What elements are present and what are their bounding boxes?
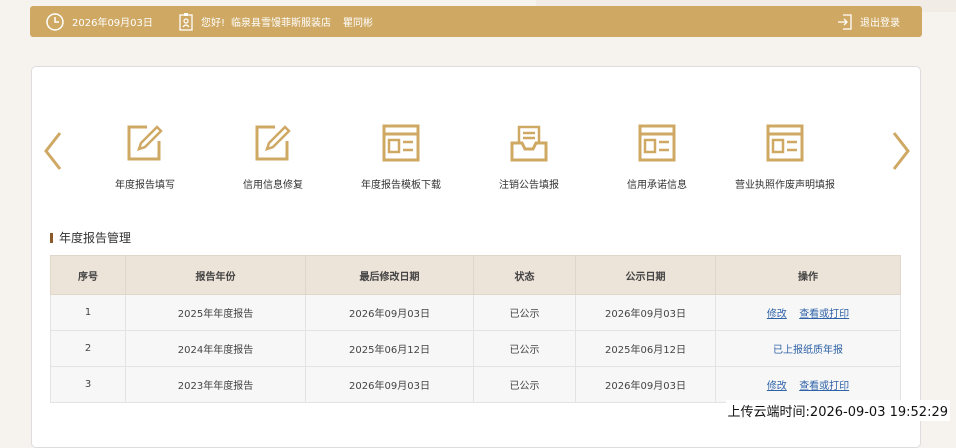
greeting-text: 您好! <box>201 18 226 29</box>
logout-icon <box>838 13 852 30</box>
publish-date: 2025年06月12日 <box>575 330 716 367</box>
service-template-download[interactable]: 年度报告模板下载 <box>341 123 461 191</box>
row-number: 3 <box>50 366 126 403</box>
service-label: 年度报告填写 <box>115 180 175 191</box>
service-annual-report-fill[interactable]: 年度报告填写 <box>85 123 205 191</box>
user-badge-icon <box>179 12 193 31</box>
service-label: 年度报告模板下载 <box>361 180 441 191</box>
last-modified-date: 2026年09月03日 <box>305 294 474 331</box>
status-cell: 已公示 <box>473 330 576 367</box>
service-label: 信用承诺信息 <box>627 180 687 191</box>
top-bar: 2026年09月03日 您好! 临泉县雪馒菲斯服装店 瞿同彬 退出登录 <box>30 6 922 37</box>
last-modified-date: 2025年06月12日 <box>305 330 474 367</box>
edit-document-icon <box>255 125 291 161</box>
company-name: 临泉县雪馒菲斯服装店 <box>231 18 332 29</box>
date-display: 2026年09月03日 <box>44 6 153 37</box>
template-icon <box>638 124 676 162</box>
annual-report-table: 序号 报告年份 最后修改日期 状态 公示日期 操作 1 2025年年度报告 20… <box>50 255 901 403</box>
table-row: 1 2025年年度报告 2026年09月03日 已公示 2026年09月03日 … <box>50 294 901 331</box>
status-cell: 已公示 <box>473 294 576 331</box>
service-label: 注销公告填报 <box>499 180 559 191</box>
service-label: 信用信息修复 <box>243 180 303 191</box>
actions-cell: 修改 查看或打印 <box>715 366 901 403</box>
edit-link[interactable]: 修改 <box>767 309 787 320</box>
report-year: 2024年年度报告 <box>125 330 306 367</box>
user-name: 瞿同彬 <box>343 18 374 29</box>
logout-label: 退出登录 <box>860 18 900 29</box>
main-card: 年度报告填写 信用信息修复 年度报告模板下载 注销公告填报 信用承诺信息 营业执… <box>31 66 921 448</box>
actions-cell: 已上报纸质年报 <box>715 330 901 367</box>
view-print-link[interactable]: 查看或打印 <box>799 309 849 320</box>
service-credit-repair[interactable]: 信用信息修复 <box>213 123 333 191</box>
actions-cell: 修改 查看或打印 <box>715 294 901 331</box>
service-license-void-statement[interactable]: 营业执照作废声明填报 <box>725 123 845 191</box>
tray-icon <box>510 125 548 162</box>
current-date: 2026年09月03日 <box>72 18 153 29</box>
chevron-left-icon <box>44 132 62 170</box>
view-print-link[interactable]: 查看或打印 <box>799 381 849 392</box>
column-header: 报告年份 <box>125 255 306 295</box>
section-marker <box>50 232 53 243</box>
column-header: 序号 <box>50 255 126 295</box>
column-header: 状态 <box>473 255 576 295</box>
report-year: 2023年年度报告 <box>125 366 306 403</box>
template-icon <box>382 124 420 162</box>
table-row: 2 2024年年度报告 2025年06月12日 已公示 2025年06月12日 … <box>50 330 901 367</box>
publish-date: 2026年09月03日 <box>575 294 716 331</box>
last-modified-date: 2026年09月03日 <box>305 366 474 403</box>
row-number: 1 <box>50 294 126 331</box>
column-header: 公示日期 <box>575 255 716 295</box>
report-year: 2025年年度报告 <box>125 294 306 331</box>
publish-date: 2026年09月03日 <box>575 366 716 403</box>
logout-button[interactable]: 退出登录 <box>836 6 900 37</box>
table-row: 3 2023年年度报告 2026年09月03日 已公示 2026年09月03日 … <box>50 366 901 403</box>
edit-document-icon <box>127 125 163 161</box>
column-header: 操作 <box>715 255 901 295</box>
carousel-next-button[interactable] <box>888 127 914 175</box>
section-title-text: 年度报告管理 <box>59 231 132 245</box>
carousel-prev-button[interactable] <box>40 127 66 175</box>
service-cancellation-notice[interactable]: 注销公告填报 <box>469 123 589 191</box>
chevron-right-icon <box>892 132 910 170</box>
table-header-row: 序号 报告年份 最后修改日期 状态 公示日期 操作 <box>50 255 901 295</box>
column-header: 最后修改日期 <box>305 255 474 295</box>
row-number: 2 <box>50 330 126 367</box>
clock-icon <box>46 12 64 31</box>
status-cell: 已公示 <box>473 366 576 403</box>
service-credit-commitment[interactable]: 信用承诺信息 <box>597 123 717 191</box>
section-title: 年度报告管理 <box>50 229 131 246</box>
template-icon <box>766 124 804 162</box>
user-info: 您好! 临泉县雪馒菲斯服装店 瞿同彬 <box>178 6 373 37</box>
edit-link[interactable]: 修改 <box>767 381 787 392</box>
service-label: 营业执照作废声明填报 <box>735 180 835 191</box>
upload-timestamp: 上传云端时间:2026-09-03 19:52:29 <box>725 400 950 421</box>
